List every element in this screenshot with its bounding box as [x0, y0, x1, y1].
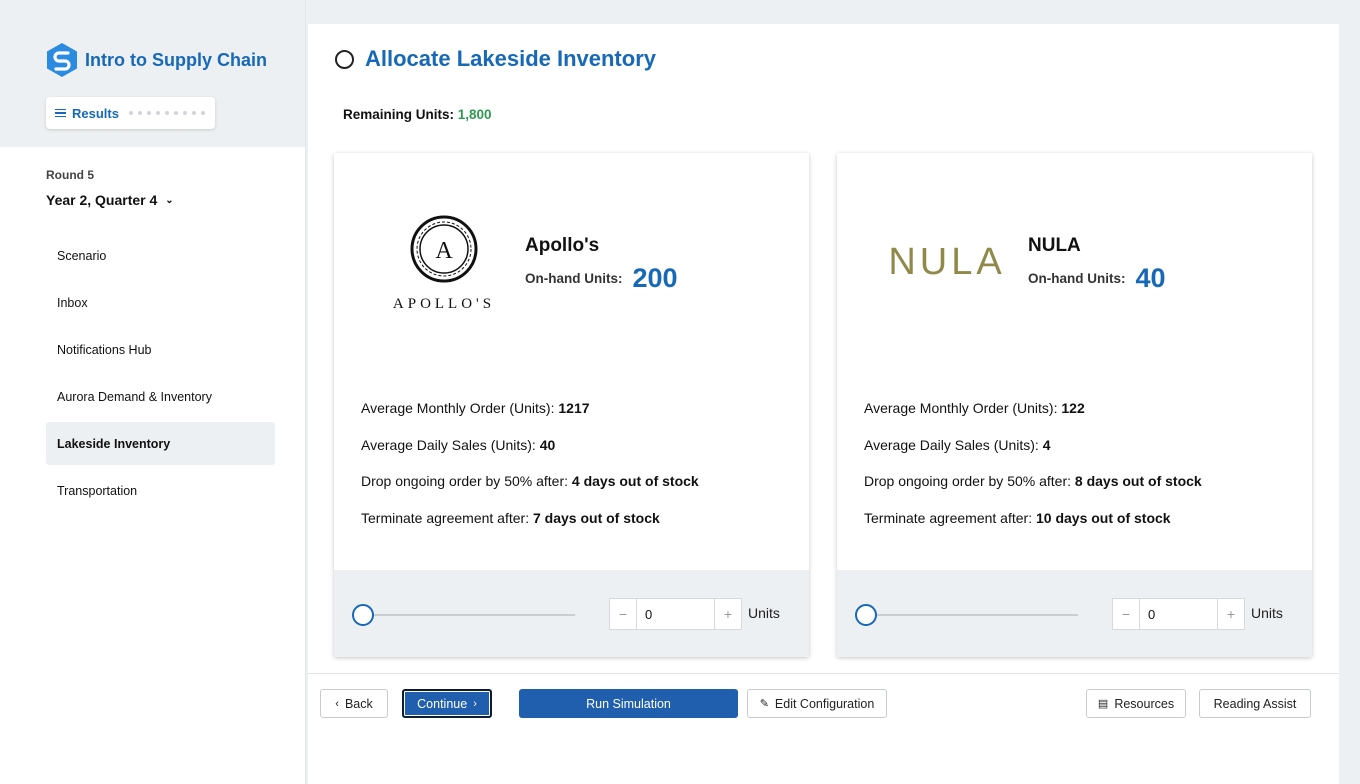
- sidebar-item-notifications-hub[interactable]: Notifications Hub: [46, 328, 275, 371]
- nula-logo: NULA: [877, 213, 1017, 323]
- round-label: Round 5: [46, 168, 94, 182]
- stat-avg-daily: Average Daily Sales (Units): 40: [361, 436, 556, 453]
- run-simulation-button[interactable]: Run Simulation: [519, 689, 738, 718]
- remaining-units-value: 1,800: [457, 107, 492, 122]
- sidebar-nav: Scenario Inbox Notifications Hub Aurora …: [46, 234, 275, 516]
- reading-assist-label: Reading Assist: [1213, 696, 1297, 711]
- customer-card-apollos: A APOLLO'S Apollo's On-hand Units: 200 A…: [334, 153, 809, 657]
- onhand-units-value: 40: [1135, 263, 1166, 293]
- quantity-input[interactable]: 0: [1139, 599, 1218, 629]
- quantity-stepper: − 0 +: [1112, 598, 1245, 630]
- menu-icon: [55, 108, 66, 118]
- stat-avg-monthly: Average Monthly Order (Units): 1217: [361, 400, 590, 416]
- sidebar-item-label: Notifications Hub: [57, 342, 152, 357]
- customer-name: NULA: [1028, 235, 1081, 256]
- sidebar-item-label: Aurora Demand & Inventory: [57, 389, 212, 404]
- stat-avg-monthly: Average Monthly Order (Units): 122: [864, 400, 1085, 416]
- remaining-units: Remaining Units: 1,800: [343, 107, 492, 122]
- onhand-units-label: On-hand Units:: [1028, 271, 1126, 286]
- chevron-right-icon: ›: [473, 697, 477, 710]
- customer-name: Apollo's: [525, 235, 600, 256]
- stat-terminate: Terminate agreement after: 7 days out of…: [361, 509, 660, 526]
- allocation-slider-handle[interactable]: [352, 604, 374, 626]
- reading-assist-button[interactable]: Reading Assist: [1199, 689, 1311, 718]
- increment-button[interactable]: +: [715, 599, 741, 629]
- continue-button[interactable]: Continue ›: [402, 689, 492, 718]
- resources-label: Resources: [1114, 696, 1175, 711]
- sidebar-header: Intro to Supply Chain Results: [0, 0, 305, 147]
- sidebar-item-label: Transportation: [57, 483, 138, 498]
- quantity-input[interactable]: 0: [636, 599, 715, 629]
- apollos-logo-letter: A: [435, 238, 453, 264]
- onhand-units-label: On-hand Units:: [525, 271, 623, 286]
- nula-logo-icon: NULA: [888, 241, 1005, 283]
- chevron-left-icon: ‹: [335, 697, 339, 710]
- page-title: Allocate Lakeside Inventory: [365, 46, 656, 71]
- pencil-icon: ✎: [759, 698, 769, 710]
- quarter-selector[interactable]: Year 2, Quarter 4 ⌄: [46, 192, 174, 208]
- resources-button[interactable]: ▤ Resources: [1086, 689, 1186, 718]
- results-button[interactable]: Results: [46, 97, 215, 129]
- sidebar-item-transportation[interactable]: Transportation: [46, 469, 275, 512]
- apollos-logo-text: APOLLO'S: [393, 296, 495, 312]
- sidebar: Intro to Supply Chain Results Round 5 Ye…: [0, 0, 306, 784]
- decrement-button[interactable]: −: [1113, 599, 1139, 629]
- app-logo-icon: [47, 43, 77, 77]
- customer-stats: Average Monthly Order (Units): 1217 Aver…: [361, 398, 699, 544]
- apollos-logo: A APOLLO'S: [374, 213, 514, 323]
- status-circle-icon: [335, 49, 354, 69]
- decrement-button[interactable]: −: [610, 599, 636, 629]
- sidebar-item-scenario[interactable]: Scenario: [46, 234, 275, 277]
- back-label: Back: [344, 696, 373, 711]
- units-label: Units: [748, 605, 780, 621]
- customer-stats: Average Monthly Order (Units): 122 Avera…: [864, 398, 1202, 544]
- sidebar-item-lakeside-inventory[interactable]: Lakeside Inventory: [46, 422, 275, 465]
- stat-avg-daily: Average Daily Sales (Units): 4: [864, 436, 1051, 453]
- sidebar-item-label: Lakeside Inventory: [57, 436, 171, 451]
- sidebar-item-label: Scenario: [57, 248, 107, 263]
- round-progress-dots: [128, 111, 205, 115]
- results-label: Results: [72, 105, 119, 121]
- stat-drop-order: Drop ongoing order by 50% after: 4 days …: [361, 473, 699, 489]
- run-simulation-label: Run Simulation: [586, 696, 671, 711]
- customer-card-nula: NULA NULA On-hand Units: 40 Average Mont…: [837, 153, 1312, 657]
- allocation-slider-track[interactable]: [364, 614, 575, 616]
- app-title: Intro to Supply Chain: [85, 49, 267, 70]
- quarter-label: Year 2, Quarter 4: [46, 192, 158, 208]
- chevron-down-icon: ⌄: [165, 194, 174, 206]
- onhand-units-value: 200: [632, 263, 678, 293]
- sidebar-item-label: Inbox: [57, 295, 88, 310]
- increment-button[interactable]: +: [1218, 599, 1244, 629]
- nula-logo-text: NULA: [888, 241, 1005, 283]
- allocation-slider-track[interactable]: [867, 614, 1078, 616]
- page-header: Allocate Lakeside Inventory: [335, 46, 656, 72]
- back-button[interactable]: ‹ Back: [320, 689, 388, 718]
- edit-configuration-label: Edit Configuration: [774, 696, 875, 711]
- remaining-units-label: Remaining Units:: [343, 107, 455, 122]
- onhand-units: On-hand Units: 40: [1028, 263, 1166, 294]
- continue-label: Continue: [417, 696, 468, 711]
- quantity-stepper: − 0 +: [609, 598, 742, 630]
- apollos-logo-icon: A APOLLO'S: [393, 215, 495, 312]
- footer-divider: [308, 673, 1339, 674]
- document-icon: ▤: [1097, 698, 1109, 710]
- sidebar-item-aurora-demand[interactable]: Aurora Demand & Inventory: [46, 375, 275, 418]
- allocation-controls: − 0 + Units: [837, 570, 1312, 657]
- sidebar-item-inbox[interactable]: Inbox: [46, 281, 275, 324]
- stat-terminate: Terminate agreement after: 10 days out o…: [864, 509, 1171, 526]
- allocation-controls: − 0 + Units: [334, 570, 809, 657]
- stat-drop-order: Drop ongoing order by 50% after: 8 days …: [864, 473, 1202, 489]
- units-label: Units: [1251, 605, 1283, 621]
- allocation-slider-handle[interactable]: [855, 604, 877, 626]
- onhand-units: On-hand Units: 200: [525, 263, 678, 294]
- edit-configuration-button[interactable]: ✎ Edit Configuration: [747, 689, 887, 718]
- brand: Intro to Supply Chain: [46, 42, 267, 78]
